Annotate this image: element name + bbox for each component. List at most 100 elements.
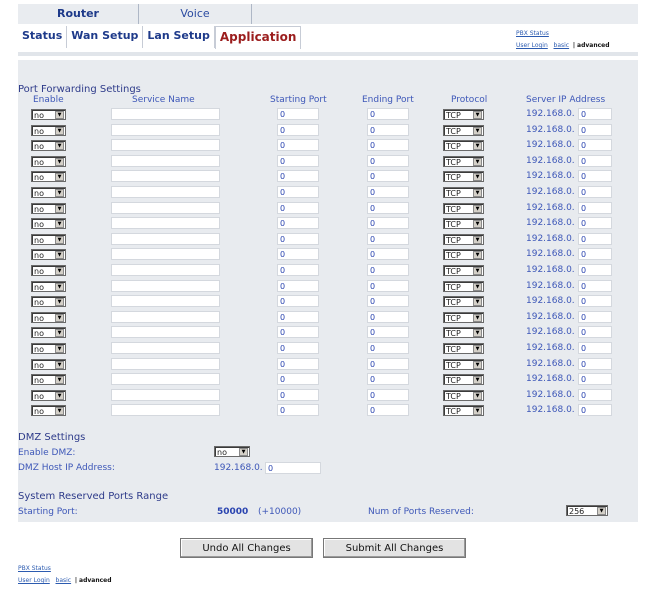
protocol-select[interactable]: TCP ▼: [443, 327, 484, 339]
enable-select[interactable]: no ▼: [31, 218, 66, 230]
starting-port-input[interactable]: 0: [277, 123, 319, 136]
protocol-select[interactable]: TCP ▼: [443, 218, 484, 230]
service-name-input[interactable]: [111, 217, 220, 230]
server-ip-input[interactable]: 0: [578, 154, 612, 167]
protocol-select[interactable]: TCP ▼: [443, 358, 484, 370]
ending-port-input[interactable]: 0: [367, 139, 409, 152]
ending-port-input[interactable]: 0: [367, 154, 409, 167]
service-name-input[interactable]: [111, 357, 220, 370]
service-name-input[interactable]: [111, 248, 220, 261]
server-ip-input[interactable]: 0: [578, 326, 612, 339]
starting-port-input[interactable]: 0: [277, 108, 319, 120]
starting-port-input[interactable]: 0: [277, 295, 319, 308]
ending-port-input[interactable]: 0: [367, 295, 409, 308]
server-ip-input[interactable]: 0: [578, 108, 612, 120]
starting-port-input[interactable]: 0: [277, 186, 319, 198]
protocol-select[interactable]: TCP ▼: [443, 249, 484, 261]
service-name-input[interactable]: [111, 264, 220, 276]
service-name-input[interactable]: [111, 404, 220, 417]
tab-router[interactable]: Router: [18, 4, 138, 24]
server-ip-input[interactable]: 0: [578, 342, 612, 354]
ending-port-input[interactable]: 0: [367, 201, 409, 214]
protocol-select[interactable]: TCP ▼: [443, 296, 484, 308]
protocol-select[interactable]: TCP ▼: [443, 187, 484, 198]
enable-dmz-select[interactable]: no ▼: [214, 446, 250, 457]
service-name-input[interactable]: [111, 201, 220, 214]
server-ip-input[interactable]: 0: [578, 310, 612, 323]
server-ip-input[interactable]: 0: [578, 404, 612, 417]
ending-port-input[interactable]: 0: [367, 279, 409, 292]
server-ip-input[interactable]: 0: [578, 186, 612, 198]
protocol-select[interactable]: TCP ▼: [443, 374, 484, 386]
submit-all-changes-button[interactable]: Submit All Changes: [323, 538, 466, 558]
advanced-link[interactable]: advanced: [577, 42, 610, 49]
service-name-input[interactable]: [111, 295, 220, 308]
enable-select[interactable]: no ▼: [31, 202, 66, 214]
protocol-select[interactable]: TCP ▼: [443, 280, 484, 292]
ending-port-input[interactable]: 0: [367, 248, 409, 261]
advanced-link[interactable]: advanced: [79, 577, 112, 584]
protocol-select[interactable]: TCP ▼: [443, 140, 484, 152]
ending-port-input[interactable]: 0: [367, 232, 409, 245]
starting-port-input[interactable]: 0: [277, 139, 319, 152]
starting-port-input[interactable]: 0: [277, 248, 319, 261]
starting-port-input[interactable]: 0: [277, 373, 319, 386]
pbx-status-link[interactable]: PBX Status: [516, 30, 549, 37]
ending-port-input[interactable]: 0: [367, 388, 409, 401]
ending-port-input[interactable]: 0: [367, 404, 409, 417]
service-name-input[interactable]: [111, 388, 220, 401]
starting-port-input[interactable]: 0: [277, 357, 319, 370]
ending-port-input[interactable]: 0: [367, 108, 409, 120]
server-ip-input[interactable]: 0: [578, 170, 612, 183]
basic-link[interactable]: basic: [56, 577, 72, 584]
enable-select[interactable]: no ▼: [31, 296, 66, 308]
user-login-link[interactable]: User Login: [18, 577, 50, 584]
enable-select[interactable]: no ▼: [31, 249, 66, 261]
ending-port-input[interactable]: 0: [367, 123, 409, 136]
starting-port-input[interactable]: 0: [277, 170, 319, 183]
server-ip-input[interactable]: 0: [578, 295, 612, 308]
protocol-select[interactable]: TCP ▼: [443, 233, 484, 245]
service-name-input[interactable]: [111, 326, 220, 339]
server-ip-input[interactable]: 0: [578, 123, 612, 136]
protocol-select[interactable]: TCP ▼: [443, 124, 484, 136]
basic-link[interactable]: basic: [554, 42, 570, 49]
service-name-input[interactable]: [111, 123, 220, 136]
ending-port-input[interactable]: 0: [367, 170, 409, 183]
enable-select[interactable]: no ▼: [31, 389, 66, 401]
protocol-select[interactable]: TCP ▼: [443, 202, 484, 214]
tab-voice[interactable]: Voice: [138, 4, 252, 24]
server-ip-input[interactable]: 0: [578, 201, 612, 214]
ending-port-input[interactable]: 0: [367, 310, 409, 323]
server-ip-input[interactable]: 0: [578, 232, 612, 245]
server-ip-input[interactable]: 0: [578, 139, 612, 152]
service-name-input[interactable]: [111, 108, 220, 120]
enable-select[interactable]: no ▼: [31, 124, 66, 136]
ending-port-input[interactable]: 0: [367, 326, 409, 339]
enable-select[interactable]: no ▼: [31, 311, 66, 323]
enable-select[interactable]: no ▼: [31, 109, 66, 120]
enable-select[interactable]: no ▼: [31, 343, 66, 354]
starting-port-input[interactable]: 0: [277, 279, 319, 292]
service-name-input[interactable]: [111, 170, 220, 183]
service-name-input[interactable]: [111, 279, 220, 292]
service-name-input[interactable]: [111, 154, 220, 167]
ending-port-input[interactable]: 0: [367, 217, 409, 230]
starting-port-input[interactable]: 0: [277, 388, 319, 401]
starting-port-input[interactable]: 0: [277, 264, 319, 276]
protocol-select[interactable]: TCP ▼: [443, 405, 484, 417]
starting-port-input[interactable]: 0: [277, 310, 319, 323]
server-ip-input[interactable]: 0: [578, 279, 612, 292]
starting-port-input[interactable]: 0: [277, 201, 319, 214]
num-ports-select[interactable]: 256 ▼: [566, 505, 608, 516]
protocol-select[interactable]: TCP ▼: [443, 343, 484, 354]
starting-port-input[interactable]: 0: [277, 154, 319, 167]
service-name-input[interactable]: [111, 342, 220, 354]
service-name-input[interactable]: [111, 373, 220, 386]
ending-port-input[interactable]: 0: [367, 342, 409, 354]
starting-port-input[interactable]: 0: [277, 217, 319, 230]
service-name-input[interactable]: [111, 310, 220, 323]
starting-port-input[interactable]: 0: [277, 232, 319, 245]
enable-select[interactable]: no ▼: [31, 140, 66, 152]
ending-port-input[interactable]: 0: [367, 264, 409, 276]
